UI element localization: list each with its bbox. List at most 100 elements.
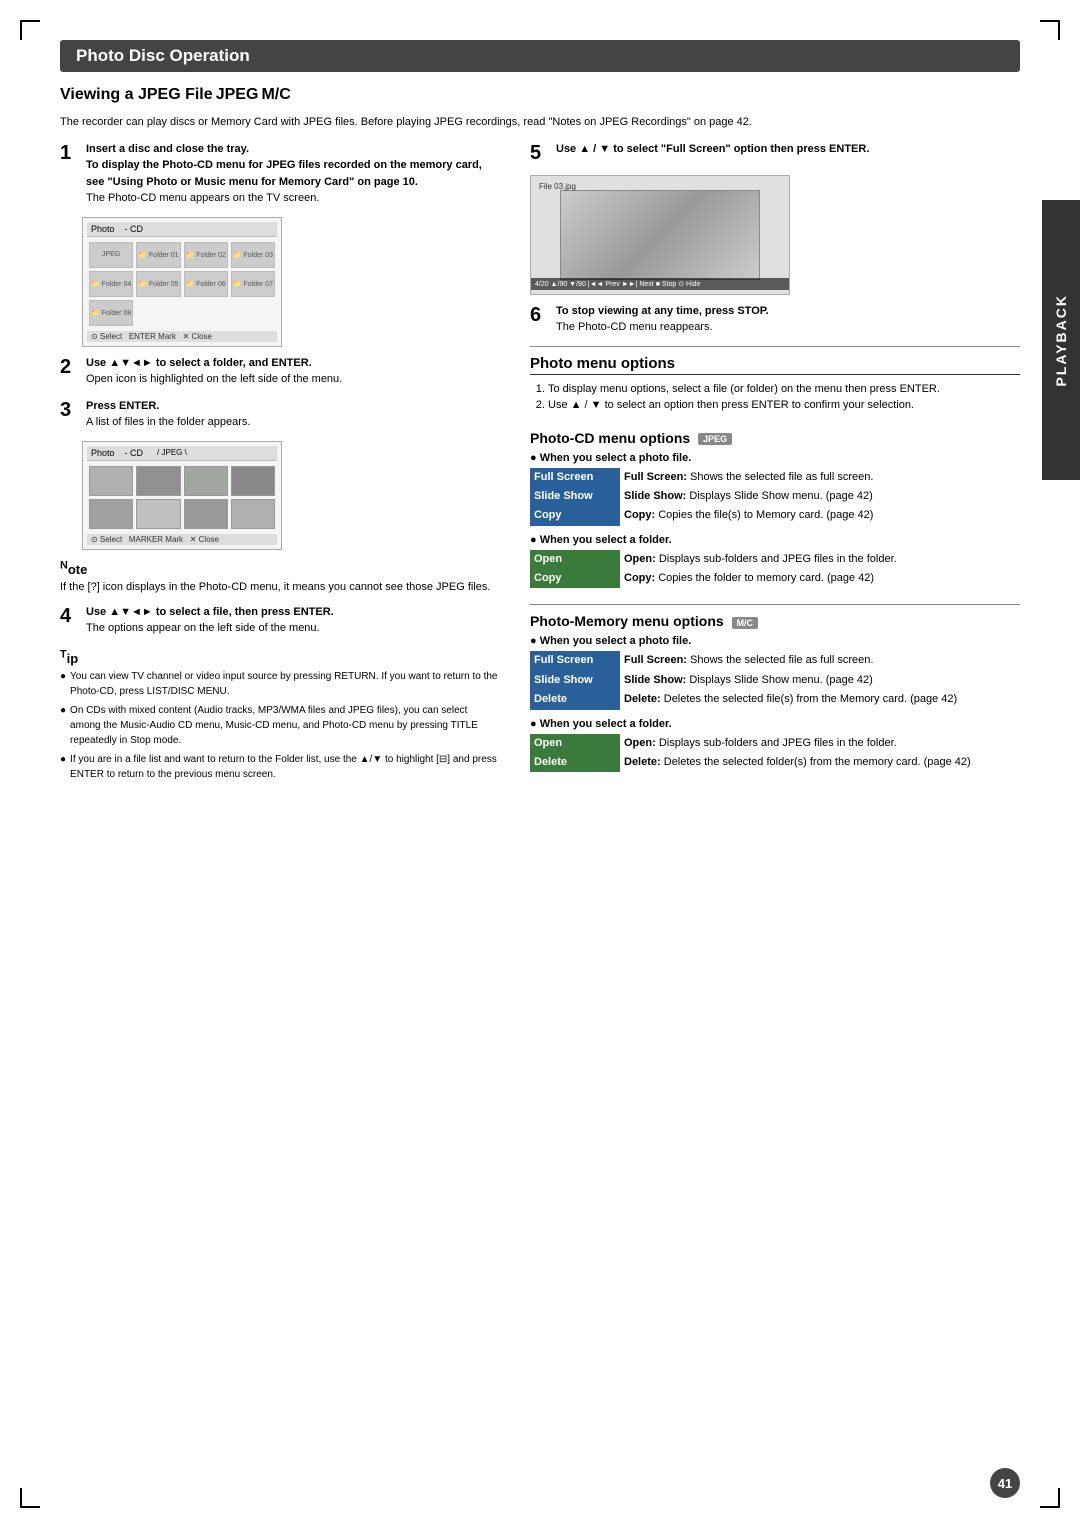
option-desc-delete-mc: Delete: Deletes the selected file(s) fro… [620, 690, 1020, 709]
option-desc-delete-folder-mc: Delete: Deletes the selected folder(s) f… [620, 753, 1020, 772]
mockup2-cell-1 [89, 466, 133, 496]
mockup1-cell-f01: 📁 Folder 01 [136, 242, 180, 268]
tip-text-1: You can view TV channel or video input s… [70, 669, 500, 699]
step-3-text: A list of files in the folder appears. [86, 416, 250, 428]
photo-memory-photo-options-table: Full Screen Full Screen: Shows the selec… [530, 651, 1020, 709]
option-row-copy: Copy Copy: Copies the file(s) to Memory … [530, 506, 1020, 525]
page-container: PLAYBACK Photo Disc Operation Viewing a … [0, 0, 1080, 1528]
mockup1-cell-f06: 📁 Folder 06 [184, 271, 228, 297]
when-folder-text: When you select a folder. [540, 534, 672, 546]
viewing-intro: The recorder can play discs or Memory Ca… [60, 114, 1020, 131]
step-3-bold: Press ENTER. [86, 400, 159, 412]
fullscreen-image [560, 190, 760, 280]
mockup1-footer: ⊙ Select ENTER Mark ✕ Close [87, 331, 277, 342]
fullscreen-filename: File 03.jpg [539, 182, 576, 191]
when-photo-mc-label: ● When you select a photo file. [530, 635, 1020, 647]
option-desc-fullscreen-mc: Full Screen: Shows the selected file as … [620, 651, 1020, 670]
option-key-slideshow: Slide Show [530, 487, 620, 506]
photo-menu-option-2: Use ▲ / ▼ to select an option then press… [548, 397, 1020, 414]
option-row-open-mc: Open Open: Displays sub-folders and JPEG… [530, 734, 1020, 753]
mockup1-cell-jpeg: JPEG [89, 242, 133, 268]
option-desc-fullscreen: Full Screen: Shows the selected file as … [620, 468, 1020, 487]
step-5-content: Use ▲ / ▼ to select "Full Screen" option… [556, 141, 1020, 158]
option-key-open-cd: Open [530, 550, 620, 569]
photo-cd-folder-mockup: Photo - CD JPEG 📁 Folder 01 📁 Folder 02 … [82, 217, 282, 347]
step-4-content: Use ▲▼◄► to select a file, then press EN… [86, 604, 500, 637]
option-row-open-cd: Open Open: Displays sub-folders and JPEG… [530, 550, 1020, 569]
step-4: 4 Use ▲▼◄► to select a file, then press … [60, 604, 500, 637]
when-folder-label: ● When you select a folder. [530, 534, 1020, 546]
playback-label: PLAYBACK [1053, 294, 1069, 387]
photo-menu-options-title: Photo menu options [530, 355, 1020, 375]
page-number: 41 [990, 1468, 1020, 1498]
option-row-fullscreen: Full Screen Full Screen: Shows the selec… [530, 468, 1020, 487]
file-list-mockup: Photo - CD / JPEG \ ⊙ Select MARKER Mark… [82, 441, 282, 550]
photo-cd-photo-options-table: Full Screen Full Screen: Shows the selec… [530, 468, 1020, 526]
tip-item-3: ● If you are in a file list and want to … [60, 752, 500, 782]
left-column: 1 Insert a disc and close the tray. To d… [60, 141, 500, 790]
step-1-sub: The Photo-CD menu appears on the TV scre… [86, 192, 319, 204]
step-6-bold: To stop viewing at any time, press STOP. [556, 305, 769, 317]
playback-sidebar: PLAYBACK [1042, 200, 1080, 480]
when-folder-mc-text: When you select a folder. [540, 718, 672, 730]
fullscreen-bar-text: 4/20 ▲/90 ▼/90 |◄◄ Prev ►►| Next ■ Stop … [535, 280, 700, 288]
photo-memory-title-text: Photo-Memory menu options [530, 613, 724, 629]
option-key-delete-folder-mc: Delete [530, 753, 620, 772]
tip-text-3: If you are in a file list and want to re… [70, 752, 500, 782]
mockup2-cell-8 [231, 499, 275, 529]
mockup2-cell-7 [184, 499, 228, 529]
note-text: If the [?] icon displays in the Photo-CD… [60, 581, 490, 593]
section-title: Photo Disc Operation [76, 46, 250, 65]
corner-mark-tl [20, 20, 40, 40]
photo-menu-options-section: Photo menu options To display menu optio… [530, 355, 1020, 414]
step-1: 1 Insert a disc and close the tray. To d… [60, 141, 500, 207]
option-desc-copy: Copy: Copies the file(s) to Memory card.… [620, 506, 1020, 525]
step-4-bold: Use ▲▼◄► to select a file, then press EN… [86, 606, 334, 618]
mockup1-cell-f05: 📁 Folder 05 [136, 271, 180, 297]
mockup2-footer: ⊙ Select MARKER Mark ✕ Close [87, 534, 277, 545]
corner-mark-br [1040, 1488, 1060, 1508]
photo-memory-menu-title: Photo-Memory menu options M/C [530, 613, 1020, 629]
step-1-sub-bold: To display the Photo-CD menu for JPEG fi… [86, 159, 482, 188]
mockup1-header-right: - CD [125, 224, 144, 234]
option-desc-open-cd: Open: Displays sub-folders and JPEG file… [620, 550, 1020, 569]
step-2-content: Use ▲▼◄► to select a folder, and ENTER. … [86, 355, 500, 388]
mockup2-cell-2 [136, 466, 180, 496]
photo-memory-menu-options-section: Photo-Memory menu options M/C ● When you… [530, 613, 1020, 772]
tip-title: Tip [60, 651, 78, 666]
mockup1-cell-f03: 📁 Folder 03 [231, 242, 275, 268]
option-key-fullscreen: Full Screen [530, 468, 620, 487]
viewing-title: Viewing a JPEG File [60, 86, 213, 103]
option-desc-copy-folder-cd: Copy: Copies the folder to memory card. … [620, 569, 1020, 588]
section-header: Photo Disc Operation [60, 40, 1020, 72]
photo-cd-menu-options-section: Photo-CD menu options JPEG ● When you se… [530, 430, 1020, 589]
mockup1-grid: JPEG 📁 Folder 01 📁 Folder 02 📁 Folder 03… [87, 240, 277, 328]
corner-mark-bl [20, 1488, 40, 1508]
step-3-num: 3 [60, 398, 82, 422]
mockup2-jpeg-label: / JPEG \ [157, 448, 187, 458]
step-6: 6 To stop viewing at any time, press STO… [530, 303, 1020, 336]
when-photo-mc-text: When you select a photo file. [540, 635, 692, 647]
step-2-bold: Use ▲▼◄► to select a folder, and ENTER. [86, 357, 312, 369]
option-row-delete-mc: Delete Delete: Deletes the selected file… [530, 690, 1020, 709]
mockup1-header-left: Photo [91, 224, 115, 234]
mockup2-cell-3 [184, 466, 228, 496]
mockup2-cell-4 [231, 466, 275, 496]
mockup2-header: Photo - CD / JPEG \ [87, 446, 277, 461]
option-row-copy-folder-cd: Copy Copy: Copies the folder to memory c… [530, 569, 1020, 588]
step-1-bold: Insert a disc and close the tray. [86, 143, 249, 155]
divider-1 [530, 346, 1020, 347]
mockup1-cell-f07: 📁 Folder 07 [231, 271, 275, 297]
when-photo-text: When you select a photo file. [540, 452, 692, 464]
option-desc-slideshow: Slide Show: Displays Slide Show menu. (p… [620, 487, 1020, 506]
mockup2-header-left: Photo [91, 448, 115, 458]
mc-badge: M/C [261, 86, 290, 103]
mockup1-header: Photo - CD [87, 222, 277, 237]
step-6-text: The Photo-CD menu reappears. [556, 321, 713, 333]
photo-menu-options-list: To display menu options, select a file (… [548, 381, 1020, 414]
viewing-title-row: Viewing a JPEG File JPEG M/C [60, 86, 1020, 104]
photo-cd-title-text: Photo-CD menu options [530, 430, 690, 446]
option-row-fullscreen-mc: Full Screen Full Screen: Shows the selec… [530, 651, 1020, 670]
option-key-copy: Copy [530, 506, 620, 525]
step-2-text: Open icon is highlighted on the left sid… [86, 373, 342, 385]
